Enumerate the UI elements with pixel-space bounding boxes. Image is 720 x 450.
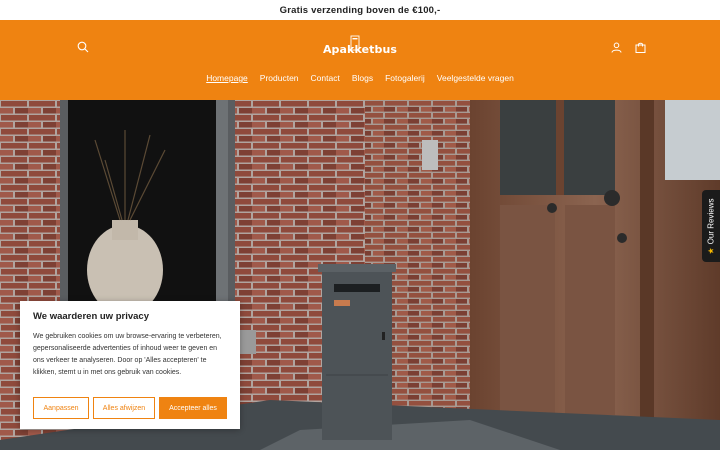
cookie-banner-title: We waarderen uw privacy <box>33 311 149 322</box>
nav-item-homepage[interactable]: Homepage <box>200 72 254 84</box>
site-logo[interactable]: Apakketbus <box>320 34 400 64</box>
search-icon <box>77 41 89 53</box>
nav-item-veelgestelde-vragen[interactable]: Veelgestelde vragen <box>431 72 520 84</box>
nav-item-blogs[interactable]: Blogs <box>346 72 379 84</box>
logo-text: Apakketbus <box>322 42 398 56</box>
site-header: Apakketbus Homepage Producten Contact Bl… <box>0 20 720 100</box>
nav-item-producten[interactable]: Producten <box>254 72 305 84</box>
reviews-tab[interactable]: ★ Our Reviews <box>702 190 720 262</box>
star-icon: ★ <box>706 246 716 254</box>
announcement-bar: Gratis verzending boven de €100,- <box>0 0 720 20</box>
nav-item-contact[interactable]: Contact <box>305 72 346 84</box>
shopping-bag-icon <box>635 42 645 53</box>
reviews-tab-label: Our Reviews <box>706 198 716 244</box>
nav-item-fotogalerij[interactable]: Fotogalerij <box>379 72 431 84</box>
search-button[interactable] <box>73 37 93 57</box>
cart-button[interactable] <box>630 37 650 57</box>
cookie-banner-text: We gebruiken cookies om uw browse-ervari… <box>33 333 222 376</box>
reject-all-button[interactable]: Alles afwijzen <box>93 397 155 419</box>
account-button[interactable] <box>606 37 626 57</box>
accept-all-button[interactable]: Accepteer alles <box>159 397 227 419</box>
user-icon <box>611 42 621 53</box>
cookie-button-group: Aanpassen Alles afwijzen Accepteer alles <box>33 397 227 419</box>
main-navigation: Homepage Producten Contact Blogs Fotogal… <box>0 72 720 84</box>
announcement-text: Gratis verzending boven de €100,- <box>279 4 441 16</box>
customize-button[interactable]: Aanpassen <box>33 397 89 419</box>
cookie-consent-banner: We waarderen uw privacy We gebruiken coo… <box>20 301 240 429</box>
